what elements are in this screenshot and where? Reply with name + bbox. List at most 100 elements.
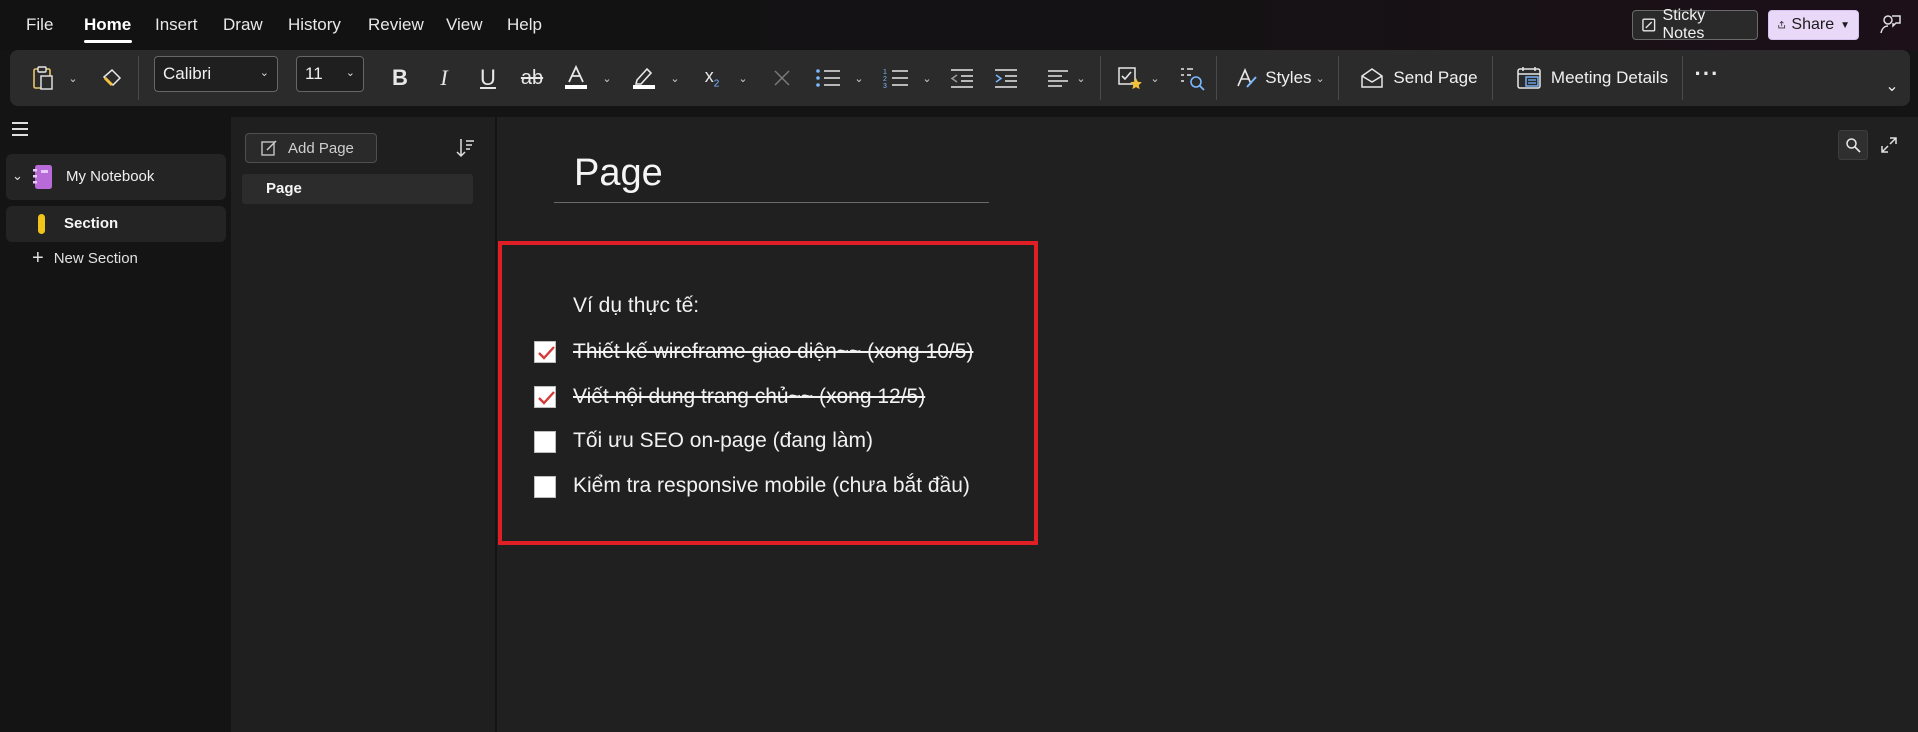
menu-draw[interactable]: Draw [223, 14, 263, 36]
bold-icon: B [392, 65, 408, 90]
subscript-button[interactable]: x2 [696, 50, 728, 106]
hamburger-line [12, 134, 28, 136]
add-page-label: Add Page [288, 139, 354, 157]
font-size-combobox[interactable]: 11 ⌄ [296, 56, 364, 92]
separator [1216, 56, 1217, 100]
collapse-ribbon-button[interactable]: ⌄ [1882, 58, 1902, 114]
chevron-down-icon[interactable]: ⌄ [668, 50, 682, 106]
active-tab-indicator [84, 40, 132, 43]
search-button[interactable] [1838, 130, 1868, 160]
more-options-button[interactable]: ··· [1692, 50, 1722, 106]
sort-icon[interactable] [455, 137, 475, 159]
chevron-down-icon: ⌄ [259, 67, 269, 79]
format-painter-icon [102, 68, 122, 87]
page-title[interactable]: Page [574, 152, 663, 195]
font-size-value: 11 [305, 64, 323, 83]
italic-button[interactable]: I [428, 50, 460, 106]
svg-text:3: 3 [883, 83, 887, 89]
todo-item-text[interactable]: Kiểm tra responsive mobile (chưa bắt đầu… [573, 474, 970, 498]
share-label: Share [1791, 16, 1835, 33]
todo-checkbox[interactable] [534, 476, 556, 498]
note-intro[interactable]: Ví dụ thực tế: [573, 294, 699, 318]
chevron-down-icon[interactable]: ⌄ [920, 50, 934, 106]
more-icon: ··· [1694, 61, 1720, 86]
separator [1100, 56, 1101, 100]
notebook-item-my-notebook[interactable]: ⌄ My Notebook [6, 154, 226, 200]
check-icon [538, 391, 555, 405]
find-tags-icon [1181, 68, 1205, 91]
strikethrough-button[interactable]: ab [516, 50, 548, 106]
styles-button[interactable]: Styles ⌄ [1230, 50, 1330, 106]
todo-item-text[interactable]: Viết nội dung trang chủ~~ (xong 12/5) [573, 385, 925, 409]
chevron-down-icon: ⌄ [1885, 78, 1899, 95]
find-tags-button[interactable] [1176, 50, 1208, 106]
format-painter-button[interactable] [98, 50, 126, 106]
separator [138, 56, 139, 100]
menu-home[interactable]: Home [84, 14, 131, 36]
clear-formatting-icon [774, 70, 790, 86]
chevron-down-icon[interactable]: ⌄ [736, 50, 750, 106]
feedback-icon[interactable] [1878, 12, 1902, 36]
font-name-value: Calibri [163, 64, 212, 83]
menu-help[interactable]: Help [507, 14, 542, 36]
todo-checkbox[interactable] [534, 431, 556, 453]
increase-indent-icon [995, 69, 1017, 88]
notebook-icon [33, 165, 52, 189]
tag-button[interactable] [1114, 50, 1146, 106]
align-left-icon [1048, 70, 1068, 87]
font-color-icon [565, 64, 587, 89]
font-color-button[interactable] [560, 50, 592, 106]
menu-insert[interactable]: Insert [155, 14, 198, 36]
styles-label: Styles [1265, 68, 1312, 87]
svg-text:2: 2 [883, 76, 887, 83]
page-list-item[interactable]: Page [242, 174, 473, 204]
menu-review[interactable]: Review [368, 14, 424, 36]
check-icon [538, 346, 555, 360]
sticky-notes-button[interactable]: Sticky Notes [1632, 7, 1758, 42]
paste-button[interactable] [28, 50, 58, 106]
chevron-down-icon[interactable]: ⌄ [66, 50, 80, 106]
styles-icon [1237, 67, 1257, 88]
navigation-menu-button[interactable] [12, 122, 28, 138]
chevron-down-icon[interactable]: ⌄ [852, 50, 866, 106]
ribbon-toolbar: ⌄ Calibri ⌄ 11 ⌄ B I U ab ⌄ ⌄ x2 ⌄ ⌄ 123… [10, 50, 1910, 106]
font-name-combobox[interactable]: Calibri ⌄ [154, 56, 278, 92]
underline-button[interactable]: U [472, 50, 504, 106]
hamburger-icon [12, 122, 28, 124]
bold-button[interactable]: B [384, 50, 416, 106]
plus-icon: + [32, 247, 44, 269]
new-section-label: New Section [53, 249, 138, 267]
numbering-button[interactable]: 123 [880, 50, 912, 106]
separator [1492, 56, 1493, 100]
menu-bar: File Home Insert Draw History Review Vie… [0, 0, 1918, 50]
add-page-button[interactable]: Add Page [245, 133, 377, 163]
share-button[interactable]: Share ▼ [1768, 10, 1859, 40]
chevron-down-icon[interactable]: ⌄ [12, 168, 23, 184]
chevron-down-icon[interactable]: ⌄ [600, 50, 614, 106]
meeting-details-button[interactable]: Meeting Details [1504, 50, 1680, 106]
increase-indent-button[interactable] [990, 50, 1022, 106]
title-underline [554, 202, 989, 203]
highlight-button[interactable] [628, 50, 660, 106]
new-section-button[interactable]: + New Section [32, 247, 138, 269]
section-color-tab [38, 214, 45, 234]
chevron-down-icon[interactable]: ⌄ [1074, 50, 1088, 106]
todo-checkbox[interactable] [534, 386, 556, 408]
clipboard-icon [33, 66, 53, 90]
menu-view[interactable]: View [446, 14, 483, 36]
send-page-button[interactable]: Send Page [1354, 50, 1484, 106]
sticky-note-icon [1642, 18, 1656, 32]
bullets-button[interactable] [812, 50, 844, 106]
decrease-indent-button[interactable] [946, 50, 978, 106]
todo-checkbox[interactable] [534, 341, 556, 363]
todo-item-text[interactable]: Tối ưu SEO on-page (đang làm) [573, 429, 873, 453]
section-item[interactable]: Section [6, 206, 226, 242]
clear-formatting-button[interactable] [766, 50, 798, 106]
todo-item-text[interactable]: Thiết kế wireframe giao diện~~ (xong 10/… [573, 340, 973, 364]
calendar-icon [1517, 67, 1541, 89]
menu-history[interactable]: History [288, 14, 341, 36]
chevron-down-icon[interactable]: ⌄ [1148, 50, 1162, 106]
align-button[interactable] [1042, 50, 1074, 106]
menu-file[interactable]: File [26, 14, 53, 36]
expand-icon[interactable] [1880, 136, 1898, 154]
